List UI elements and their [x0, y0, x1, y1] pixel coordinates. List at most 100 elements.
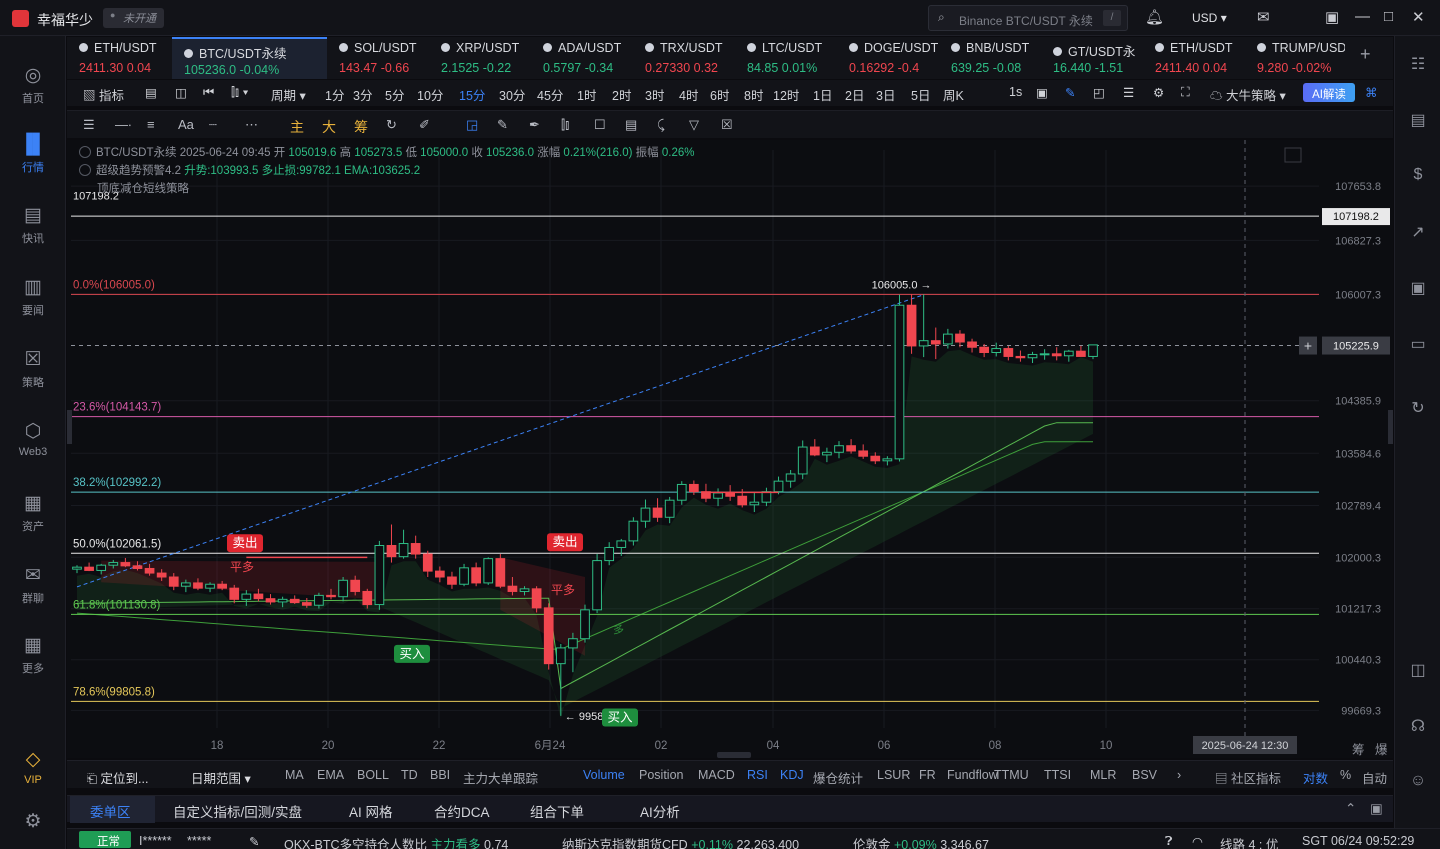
indicator-bbi[interactable]: BBI: [430, 768, 450, 782]
chart-type-button[interactable]: ⫿⫾ ▾: [231, 85, 249, 100]
assistant-icon[interactable]: ☺: [1408, 772, 1428, 792]
trash-icon[interactable]: ☒: [721, 117, 733, 133]
bell-icon[interactable]: 🔔︎: [1145, 8, 1164, 26]
share-icon[interactable]: ⌘: [1365, 85, 1378, 100]
rotate-icon[interactable]: ↻: [386, 117, 397, 133]
interval-2日[interactable]: 2日: [845, 85, 864, 104]
interval-1日[interactable]: 1日: [813, 85, 832, 104]
tab-symbol[interactable]: ADA/USDT 0.5797 -0.34: [531, 37, 633, 79]
big-order-toggle[interactable]: 大: [322, 117, 336, 137]
indicator-ttmu[interactable]: TTMU: [994, 768, 1029, 782]
magnet-icon[interactable]: ⤹: [657, 117, 665, 133]
window-float-icon[interactable]: ▣: [1325, 8, 1339, 26]
brush-icon[interactable]: ✐: [419, 117, 430, 133]
horizontal-line-icon[interactable]: —∙: [115, 117, 132, 132]
close-icon[interactable]: ✕: [1412, 8, 1425, 26]
indicator-rsi[interactable]: RSI: [747, 768, 768, 782]
indicator-fr[interactable]: FR: [919, 768, 936, 782]
gear-icon[interactable]: ⚙: [1153, 85, 1164, 100]
interval-3分[interactable]: 3分: [353, 85, 372, 104]
ai-analysis-button[interactable]: AI解读: [1303, 83, 1355, 102]
candlestick-chart[interactable]: 107653.8 106827.3 106007.3 104385.9 103584.6…: [67, 140, 1393, 768]
network-line[interactable]: 线路 4 : 优: [1220, 834, 1278, 849]
tab-symbol[interactable]: ETH/USDT 2411.40 0.04: [1143, 37, 1245, 79]
sidebar-item-chat[interactable]: ✉ 群聊: [0, 564, 66, 606]
sidebar-item-market[interactable]: ▐▌ 行情: [0, 134, 66, 175]
sidebar-item-news[interactable]: ▥ 要闻: [0, 276, 66, 318]
minimize-icon[interactable]: —: [1355, 8, 1370, 25]
tab-symbol[interactable]: GT/USDT永 16.440 -1.51: [1041, 37, 1143, 79]
menu-icon[interactable]: ☰: [83, 117, 95, 133]
fullscreen-icon[interactable]: ⛶: [1181, 85, 1190, 100]
indicator-td[interactable]: TD: [401, 768, 418, 782]
tab-symbol[interactable]: TRUMP/USDT 9.280 -0.02%: [1245, 37, 1345, 79]
sidebar-item-web3[interactable]: ⬡ Web3: [0, 420, 66, 458]
interval-5日[interactable]: 5日: [911, 85, 930, 104]
tab-symbol[interactable]: ETH/USDT 2411.30 0.04: [67, 37, 172, 79]
interval-2时[interactable]: 2时: [612, 85, 631, 104]
interval-1时[interactable]: 1时: [577, 85, 596, 104]
panel-tab[interactable]: 委单区: [90, 801, 131, 821]
indicator-kdj[interactable]: KDJ: [780, 768, 804, 782]
indicator-bsv[interactable]: BSV: [1132, 768, 1157, 782]
lock-icon[interactable]: ☐: [594, 117, 606, 133]
sidebar-item-strategy[interactable]: ☒ 策略: [0, 348, 66, 390]
panel-tab[interactable]: 自定义指标/回测/实盘: [173, 801, 302, 821]
search-input[interactable]: ⌕ Binance BTC/USDT 永续 /: [928, 5, 1128, 31]
chart-area[interactable]: 107653.8 106827.3 106007.3 104385.9 103584.6…: [67, 140, 1393, 768]
settings-button[interactable]: ⚙: [0, 810, 66, 836]
tab-symbol[interactable]: XRP/USDT 2.1525 -0.22: [429, 37, 531, 79]
sidebar-item-home[interactable]: ◎ 首页: [0, 64, 66, 106]
interval-12时[interactable]: 12时: [773, 85, 799, 104]
ticker-gold[interactable]: 伦敦金 +0.09% 3,346.67: [853, 834, 989, 849]
tab-symbol[interactable]: BNB/USDT 639.25 -0.08: [939, 37, 1041, 79]
legend-toggle[interactable]: [79, 164, 91, 176]
list-icon[interactable]: ☰: [1123, 85, 1134, 100]
chart-side-label[interactable]: 筹: [1352, 739, 1365, 758]
panel-tab[interactable]: AI分析: [640, 801, 680, 821]
interval-1分[interactable]: 1分: [325, 85, 344, 104]
chip-toggle[interactable]: 筹: [354, 117, 368, 137]
tab-symbol[interactable]: LTC/USDT 84.85 0.01%: [735, 37, 837, 79]
edit-list-icon[interactable]: ▤: [625, 117, 637, 133]
indicator-爆仓统计[interactable]: 爆仓统计: [813, 768, 863, 787]
chevron-right-icon[interactable]: ›: [1177, 768, 1181, 782]
document-icon[interactable]: ▤: [1408, 110, 1428, 130]
layout-icon[interactable]: ◫: [175, 85, 187, 100]
camera-icon[interactable]: ▣: [1036, 85, 1048, 100]
panel-tab[interactable]: AI 网格: [349, 801, 393, 821]
collapse-icon[interactable]: ⌃: [1345, 801, 1356, 817]
indicator-button[interactable]: ▧ 指标: [83, 85, 124, 104]
parallel-lines-icon[interactable]: ≡: [147, 117, 155, 132]
refresh-icon[interactable]: ↻: [1408, 398, 1428, 418]
monitor-icon[interactable]: ▣: [1408, 278, 1428, 298]
layout-panel-icon[interactable]: ◫: [1408, 660, 1428, 680]
headset-icon[interactable]: ☊: [1408, 716, 1428, 736]
panel-tab[interactable]: 组合下单: [530, 801, 584, 821]
locate-button[interactable]: ⎗ 定位到...: [87, 768, 148, 787]
mail-icon[interactable]: ✉: [1257, 8, 1270, 26]
ruler-icon[interactable]: ┈: [209, 117, 217, 133]
currency-select[interactable]: USD ▾: [1192, 11, 1227, 25]
interval-3时[interactable]: 3时: [645, 85, 664, 104]
card-icon[interactable]: ▭: [1408, 334, 1428, 354]
tab-symbol[interactable]: SOL/USDT 143.47 -0.66: [327, 37, 429, 79]
indicator-ttsi[interactable]: TTSI: [1044, 768, 1071, 782]
interval-30分[interactable]: 30分: [499, 85, 525, 104]
tab-symbol[interactable]: DOGE/USDT 0.16292 -0.4: [837, 37, 939, 79]
login-badge[interactable]: 未开通: [103, 8, 164, 28]
select-icon[interactable]: ◲: [466, 117, 478, 133]
bars-icon[interactable]: ⫿⫾: [561, 117, 569, 133]
indicator-macd[interactable]: MACD: [698, 768, 735, 782]
interval-3日[interactable]: 3日: [876, 85, 895, 104]
indicator-boll[interactable]: BOLL: [357, 768, 389, 782]
popout-icon[interactable]: ▣: [1370, 801, 1383, 817]
interval-15分[interactable]: 15分: [459, 85, 485, 104]
chart-side-label[interactable]: 爆: [1375, 739, 1388, 758]
sidebar-item-flash[interactable]: ▤ 快讯: [0, 204, 66, 246]
legend-toggle[interactable]: [79, 146, 91, 158]
more-icon[interactable]: ⋯: [245, 117, 258, 133]
share-layout-icon[interactable]: ◰: [1093, 85, 1105, 100]
panel-tab[interactable]: 合约DCA: [434, 801, 490, 821]
interval-6时[interactable]: 6时: [710, 85, 729, 104]
